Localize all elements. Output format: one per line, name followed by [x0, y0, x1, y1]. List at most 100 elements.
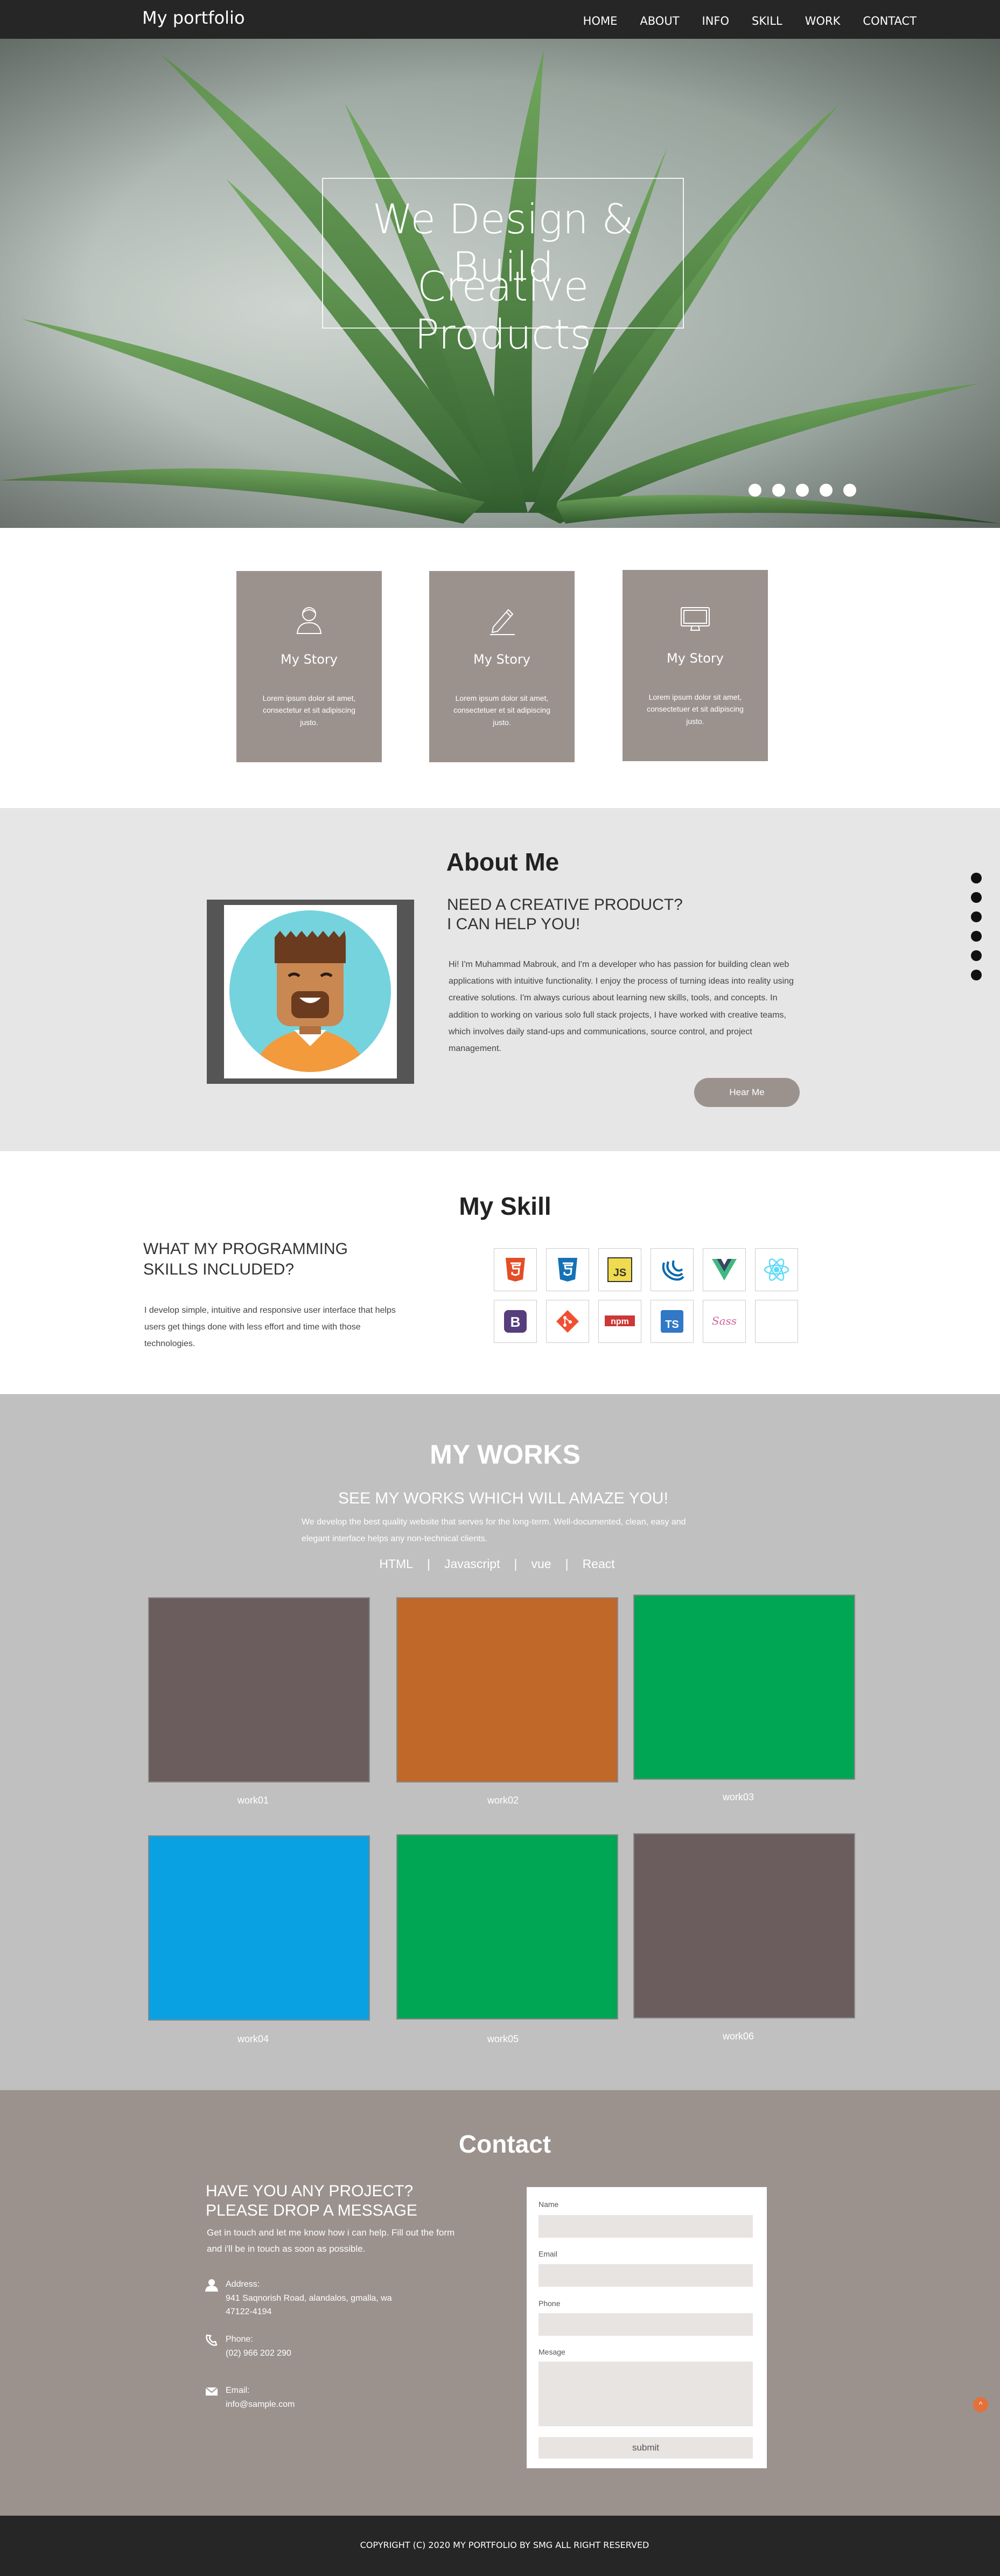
work-caption-6: work06	[722, 2031, 754, 2042]
footer-copyright: COPYRIGHT (C) 2020 MY PORTFOLIO BY SMG A…	[360, 2540, 649, 2550]
message-field[interactable]	[539, 2362, 753, 2426]
contact-email: Email: info@sample.com	[205, 2384, 463, 2416]
about-title: About Me	[446, 848, 560, 876]
email-field-label: Email	[539, 2250, 558, 2258]
nav-contact[interactable]: CONTACT	[863, 15, 917, 27]
about-heading-line2: I CAN HELP YOU!	[447, 915, 581, 933]
typescript-label: TS	[665, 1319, 679, 1331]
email-field[interactable]	[539, 2264, 753, 2287]
section-dot-5[interactable]	[971, 950, 982, 961]
section-nav-dots	[971, 873, 982, 980]
sass-icon: Sass	[712, 1314, 737, 1327]
main-menu: HOME ABOUT INFO SKILL WORK CONTACT	[583, 15, 917, 27]
bootstrap-icon: B	[504, 1310, 527, 1333]
slider-dot-3[interactable]	[796, 484, 809, 497]
submit-button[interactable]: submit	[539, 2437, 753, 2459]
contact-lead: Get in touch and let me know how i can h…	[207, 2227, 455, 2254]
slider-dot-2[interactable]	[772, 484, 785, 497]
skills-description: I develop simple, intuitive and responsi…	[144, 1306, 396, 1349]
service-card-title: My Story	[473, 652, 530, 667]
contact-title: Contact	[458, 2130, 551, 2158]
skills-heading-line1: WHAT MY PROGRAMMING	[143, 1240, 348, 1258]
typescript-icon: TS	[661, 1310, 683, 1333]
developer-avatar-illustration	[229, 910, 391, 1072]
contact-heading: HAVE YOU ANY PROJECT? PLEASE DROP A MESS…	[206, 2182, 464, 2220]
phone-icon	[206, 2334, 218, 2346]
section-dot-3[interactable]	[971, 911, 982, 922]
contact-heading-line2: PLEASE DROP A MESSAGE	[206, 2202, 417, 2219]
monitor-icon	[681, 607, 710, 631]
phone-label: Phone:	[226, 2335, 253, 2344]
email-value[interactable]: info@sample.com	[226, 2398, 452, 2412]
nav-about[interactable]: ABOUT	[640, 15, 679, 27]
avatar-frame	[207, 900, 414, 1084]
service-card-3[interactable]: My Story Lorem ipsum dolor sit amet, con…	[623, 570, 768, 761]
skill-tile-sass: Sass	[703, 1300, 746, 1343]
filter-separator: |	[426, 1557, 430, 1571]
pencil-icon	[490, 609, 515, 635]
name-field[interactable]	[539, 2215, 753, 2238]
section-dot-4[interactable]	[971, 931, 982, 942]
filter-separator: |	[514, 1557, 518, 1571]
service-card-title: My Story	[667, 651, 724, 666]
skill-tile-jquery	[651, 1248, 694, 1291]
hero-headline-box: We Design & Build Creative Products	[322, 178, 684, 358]
work-caption-2: work02	[487, 1795, 519, 1806]
slider-dot-4[interactable]	[820, 484, 833, 497]
slider-dot-1[interactable]	[749, 484, 761, 497]
address-line1: 941 Saqnorish Road, alandalos, gmalla, w…	[226, 2293, 392, 2303]
contact-heading-line1: HAVE YOU ANY PROJECT?	[206, 2182, 414, 2200]
phone-field[interactable]	[539, 2313, 753, 2336]
section-dot-1[interactable]	[971, 873, 982, 883]
work-caption-4: work04	[237, 2034, 269, 2044]
filter-vue[interactable]: vue	[531, 1557, 551, 1571]
filter-separator: |	[565, 1557, 569, 1571]
work-tile-2[interactable]	[396, 1597, 618, 1783]
work-tile-5[interactable]	[396, 1834, 618, 2020]
work-tile-3[interactable]	[633, 1595, 855, 1780]
service-card-text: Lorem ipsum dolor sit amet, consectetuer…	[647, 693, 744, 726]
filter-javascript[interactable]: Javascript	[444, 1557, 500, 1571]
slider-dot-5[interactable]	[843, 484, 856, 497]
npm-icon: npm	[605, 1315, 635, 1326]
skill-tile-vue	[703, 1248, 746, 1291]
section-dot-6[interactable]	[971, 970, 982, 980]
skill-tile-css3	[546, 1248, 589, 1291]
name-field-label: Name	[539, 2200, 559, 2209]
service-card-1[interactable]: My Story Lorem ipsum dolor sit amet, con…	[236, 571, 382, 762]
skill-tile-npm: npm	[598, 1300, 641, 1343]
hear-me-button[interactable]: Hear Me	[694, 1078, 800, 1107]
work-tile-6[interactable]	[633, 1833, 855, 2018]
brand-logo[interactable]: My portfolio	[142, 8, 245, 28]
phone-field-label: Phone	[539, 2299, 561, 2308]
git-icon	[556, 1310, 579, 1333]
filter-react[interactable]: React	[583, 1557, 615, 1571]
nav-home[interactable]: HOME	[583, 15, 618, 27]
user-icon	[296, 607, 322, 634]
user-icon	[205, 2279, 218, 2292]
about-heading-line1: NEED A CREATIVE PRODUCT?	[447, 896, 683, 914]
nav-work[interactable]: WORK	[805, 15, 841, 27]
skill-tile-javascript: JS	[598, 1248, 641, 1291]
hero-slider: We Design & Build Creative Products	[0, 39, 1000, 528]
nav-skill[interactable]: SKILL	[752, 15, 782, 27]
works-filter-bar: HTML | Javascript | vue | React	[0, 1557, 994, 1571]
hero-headline-line2: Creative Products	[414, 262, 592, 358]
skills-heading: WHAT MY PROGRAMMING SKILLS INCLUDED?	[143, 1239, 391, 1280]
nav-info[interactable]: INFO	[702, 15, 730, 27]
scroll-to-top-button[interactable]: ^	[973, 2397, 988, 2412]
message-field-label: Mesage	[539, 2348, 565, 2356]
service-card-2[interactable]: My Story Lorem ipsum dolor sit amet, con…	[429, 571, 575, 762]
section-dot-2[interactable]	[971, 892, 982, 903]
work-tile-4[interactable]	[148, 1835, 370, 2021]
bootstrap-label: B	[511, 1314, 521, 1330]
skill-tile-html5	[494, 1248, 537, 1291]
about-heading: NEED A CREATIVE PRODUCT? I CAN HELP YOU!	[447, 895, 770, 934]
filter-html[interactable]: HTML	[379, 1557, 413, 1571]
mail-icon	[205, 2387, 218, 2396]
skill-tile-bootstrap: B	[494, 1300, 537, 1343]
work-tile-1[interactable]	[148, 1597, 370, 1783]
contact-form: Name Email Phone Mesage submit	[527, 2187, 767, 2468]
javascript-label: JS	[613, 1267, 626, 1279]
service-card-title: My Story	[281, 652, 338, 667]
